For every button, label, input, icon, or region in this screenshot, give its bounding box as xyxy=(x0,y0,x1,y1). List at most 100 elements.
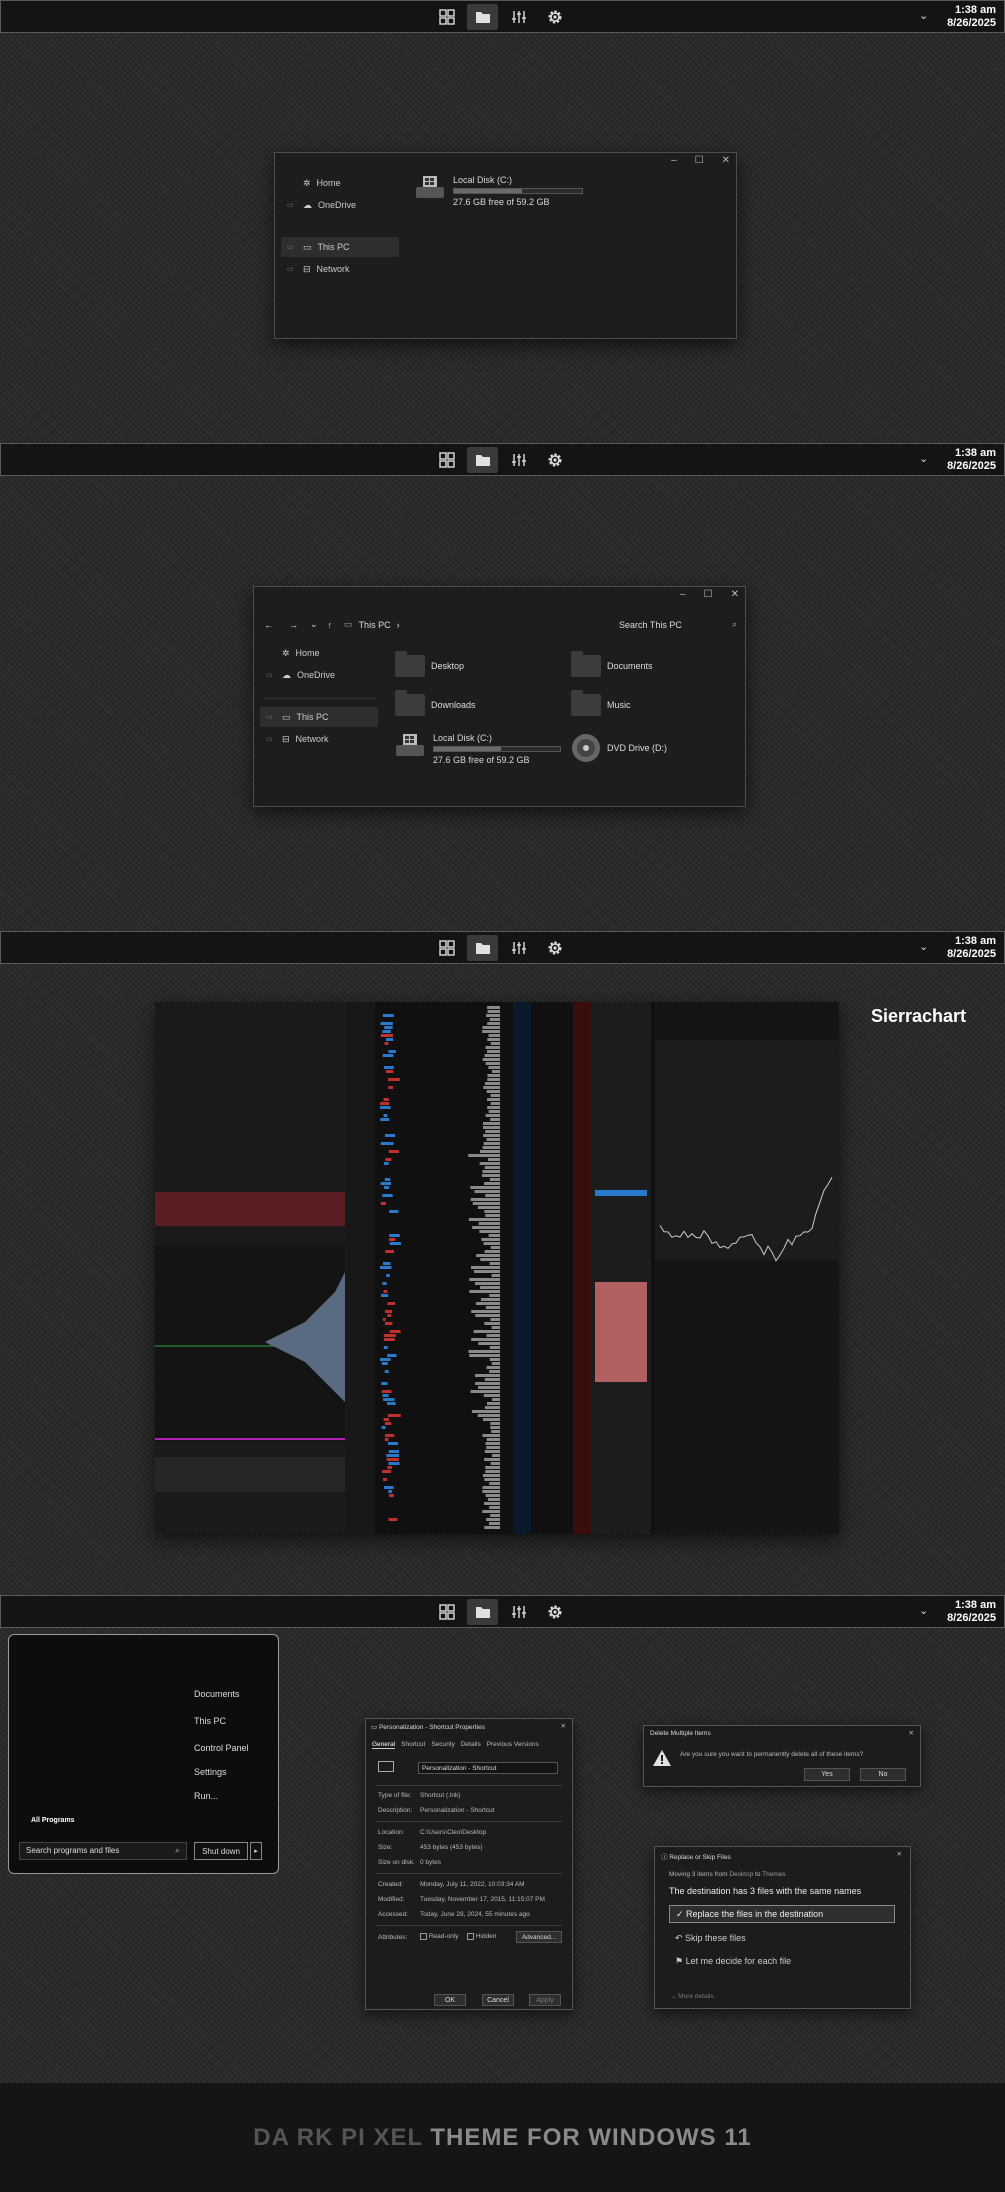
minimize-button[interactable]: – xyxy=(671,155,677,166)
ladder-bar xyxy=(487,1038,500,1041)
nav-item-home[interactable]: ✲ Home xyxy=(260,643,378,663)
chevron-down-icon[interactable]: ⌄ xyxy=(919,1604,928,1617)
settings-button[interactable] xyxy=(539,935,570,961)
search-input[interactable]: Search programs and files xyxy=(26,1846,119,1855)
nav-item-network[interactable]: ▭ ⊟ Network xyxy=(260,729,378,749)
file-explorer-button[interactable] xyxy=(467,447,498,473)
maximize-button[interactable]: ☐ xyxy=(695,155,704,166)
nav-item-this-pc[interactable]: ▭ ▭ This PC xyxy=(260,707,378,727)
settings-button[interactable] xyxy=(539,4,570,30)
start-button[interactable] xyxy=(431,1599,462,1625)
start-item-control-panel[interactable]: Control Panel xyxy=(194,1743,249,1753)
tab-details[interactable]: Details xyxy=(461,1741,481,1749)
apply-button[interactable]: Apply xyxy=(529,1994,561,2006)
nav-item-this-pc[interactable]: ▭ ▭ This PC xyxy=(281,237,399,257)
to-link[interactable]: Themes xyxy=(762,1871,785,1878)
folder-documents[interactable]: Documents xyxy=(571,651,653,677)
dvd-drive[interactable]: DVD Drive (D:) xyxy=(571,733,667,763)
ladder-marker xyxy=(382,1282,387,1285)
tab-general[interactable]: General xyxy=(372,1741,396,1749)
ladder-marker xyxy=(382,1194,393,1197)
close-icon[interactable]: ✕ xyxy=(897,1850,902,1858)
prop-row: Size: 453 bytes (453 bytes) xyxy=(378,1844,483,1851)
nav-item-onedrive[interactable]: ▭ ☁ OneDrive xyxy=(260,665,378,685)
breadcrumb[interactable]: This PC xyxy=(359,620,391,630)
file-explorer-button[interactable] xyxy=(467,4,498,30)
start-item-this-pc[interactable]: This PC xyxy=(194,1716,226,1726)
back-arrow-icon[interactable]: ← xyxy=(264,620,273,630)
chevron-down-icon[interactable]: ⌄ xyxy=(919,9,928,22)
cancel-button[interactable]: Cancel xyxy=(482,1994,514,2006)
chevron-down-icon[interactable]: ⌄ xyxy=(919,940,928,953)
mixer-button[interactable] xyxy=(503,935,534,961)
start-item-settings[interactable]: Settings xyxy=(194,1767,227,1777)
ladder-bar xyxy=(482,1418,500,1421)
readonly-checkbox[interactable]: Read-only xyxy=(420,1933,458,1940)
chevron-down-icon[interactable]: ⌄ xyxy=(310,619,318,630)
search-input[interactable]: Search This PC xyxy=(619,620,682,630)
settings-button[interactable] xyxy=(539,1599,570,1625)
mixer-button[interactable] xyxy=(503,447,534,473)
option-replace[interactable]: ✓ Replace the files in the destination xyxy=(669,1905,895,1923)
ladder-marker xyxy=(388,1462,400,1465)
nav-item-network[interactable]: ▭ ⊟ Network xyxy=(281,259,401,279)
start-button[interactable] xyxy=(431,4,462,30)
chevron-down-icon[interactable]: ⌄ xyxy=(919,452,928,465)
close-icon[interactable]: ✕ xyxy=(909,1729,914,1737)
name-field[interactable]: Personalization - Shortcut xyxy=(418,1762,558,1774)
folder-desktop[interactable]: Desktop xyxy=(395,651,464,677)
file-explorer-button[interactable] xyxy=(467,1599,498,1625)
more-details-toggle[interactable]: ⌄ More details xyxy=(671,1992,714,2000)
start-item-run[interactable]: Run... xyxy=(194,1791,218,1801)
mixer-button[interactable] xyxy=(503,4,534,30)
clock[interactable]: 1:38 am 8/26/2025 xyxy=(947,4,996,30)
ladder-bar xyxy=(471,1338,500,1341)
ladder-bar xyxy=(485,1046,500,1049)
monitor-icon xyxy=(378,1761,394,1772)
ladder-bar xyxy=(487,1078,500,1081)
start-button[interactable] xyxy=(431,447,462,473)
tab-security[interactable]: Security xyxy=(431,1741,454,1749)
nav-item-onedrive[interactable]: ▭ ☁ OneDrive xyxy=(281,195,401,215)
clock[interactable]: 1:38 am 8/26/2025 xyxy=(947,1599,996,1625)
drive-c[interactable]: Local Disk (C:) 27.6 GB free of 59.2 GB xyxy=(395,733,561,765)
breadcrumb-chevron-icon[interactable]: › xyxy=(397,620,400,630)
folder-downloads[interactable]: Downloads xyxy=(395,690,476,716)
option-skip[interactable]: ↶ Skip these files xyxy=(675,1933,746,1944)
close-button[interactable]: ✕ xyxy=(722,155,730,166)
minimize-button[interactable]: – xyxy=(680,589,686,600)
no-button[interactable]: No xyxy=(860,1768,906,1781)
start-button[interactable] xyxy=(431,935,462,961)
ladder-bar xyxy=(489,1178,500,1181)
ladder-bar xyxy=(468,1218,500,1221)
mixer-button[interactable] xyxy=(503,1599,534,1625)
tab-shortcut[interactable]: Shortcut xyxy=(401,1741,425,1749)
up-arrow-icon[interactable]: ↑ xyxy=(328,620,333,630)
tab-previous-versions[interactable]: Previous Versions xyxy=(487,1741,539,1749)
all-programs-link[interactable]: All Programs xyxy=(31,1817,75,1824)
file-explorer-button[interactable] xyxy=(467,935,498,961)
forward-arrow-icon[interactable]: → xyxy=(289,620,298,630)
yes-button[interactable]: Yes xyxy=(804,1768,850,1781)
search-box[interactable]: Search programs and files ⌕ xyxy=(19,1842,187,1860)
close-button[interactable]: ✕ xyxy=(731,589,739,600)
nav-item-home[interactable]: ✲ Home xyxy=(281,173,401,193)
folder-music[interactable]: Music xyxy=(571,690,631,716)
advanced-button[interactable]: Advanced... xyxy=(516,1931,562,1943)
ok-button[interactable]: OK xyxy=(434,1994,466,2006)
ladder-bar xyxy=(475,1314,500,1317)
start-item-documents[interactable]: Documents xyxy=(194,1689,240,1699)
ladder-marker xyxy=(385,1434,395,1437)
hidden-checkbox[interactable]: Hidden xyxy=(467,1933,496,1940)
settings-button[interactable] xyxy=(539,447,570,473)
maximize-button[interactable]: ☐ xyxy=(704,589,713,600)
clock[interactable]: 1:38 am 8/26/2025 xyxy=(947,935,996,961)
search-box[interactable]: Search This PC ⌕ xyxy=(619,619,737,630)
shutdown-options-arrow-icon[interactable]: ▸ xyxy=(250,1842,262,1860)
from-link[interactable]: Desktop xyxy=(729,1871,753,1878)
drive-c[interactable]: Local Disk (C:) 27.6 GB free of 59.2 GB xyxy=(415,175,583,207)
option-decide[interactable]: ⚑ Let me decide for each file xyxy=(675,1956,791,1967)
close-icon[interactable]: ✕ xyxy=(561,1722,566,1730)
clock[interactable]: 1:38 am 8/26/2025 xyxy=(947,447,996,473)
shutdown-button[interactable]: Shut down xyxy=(194,1842,248,1860)
